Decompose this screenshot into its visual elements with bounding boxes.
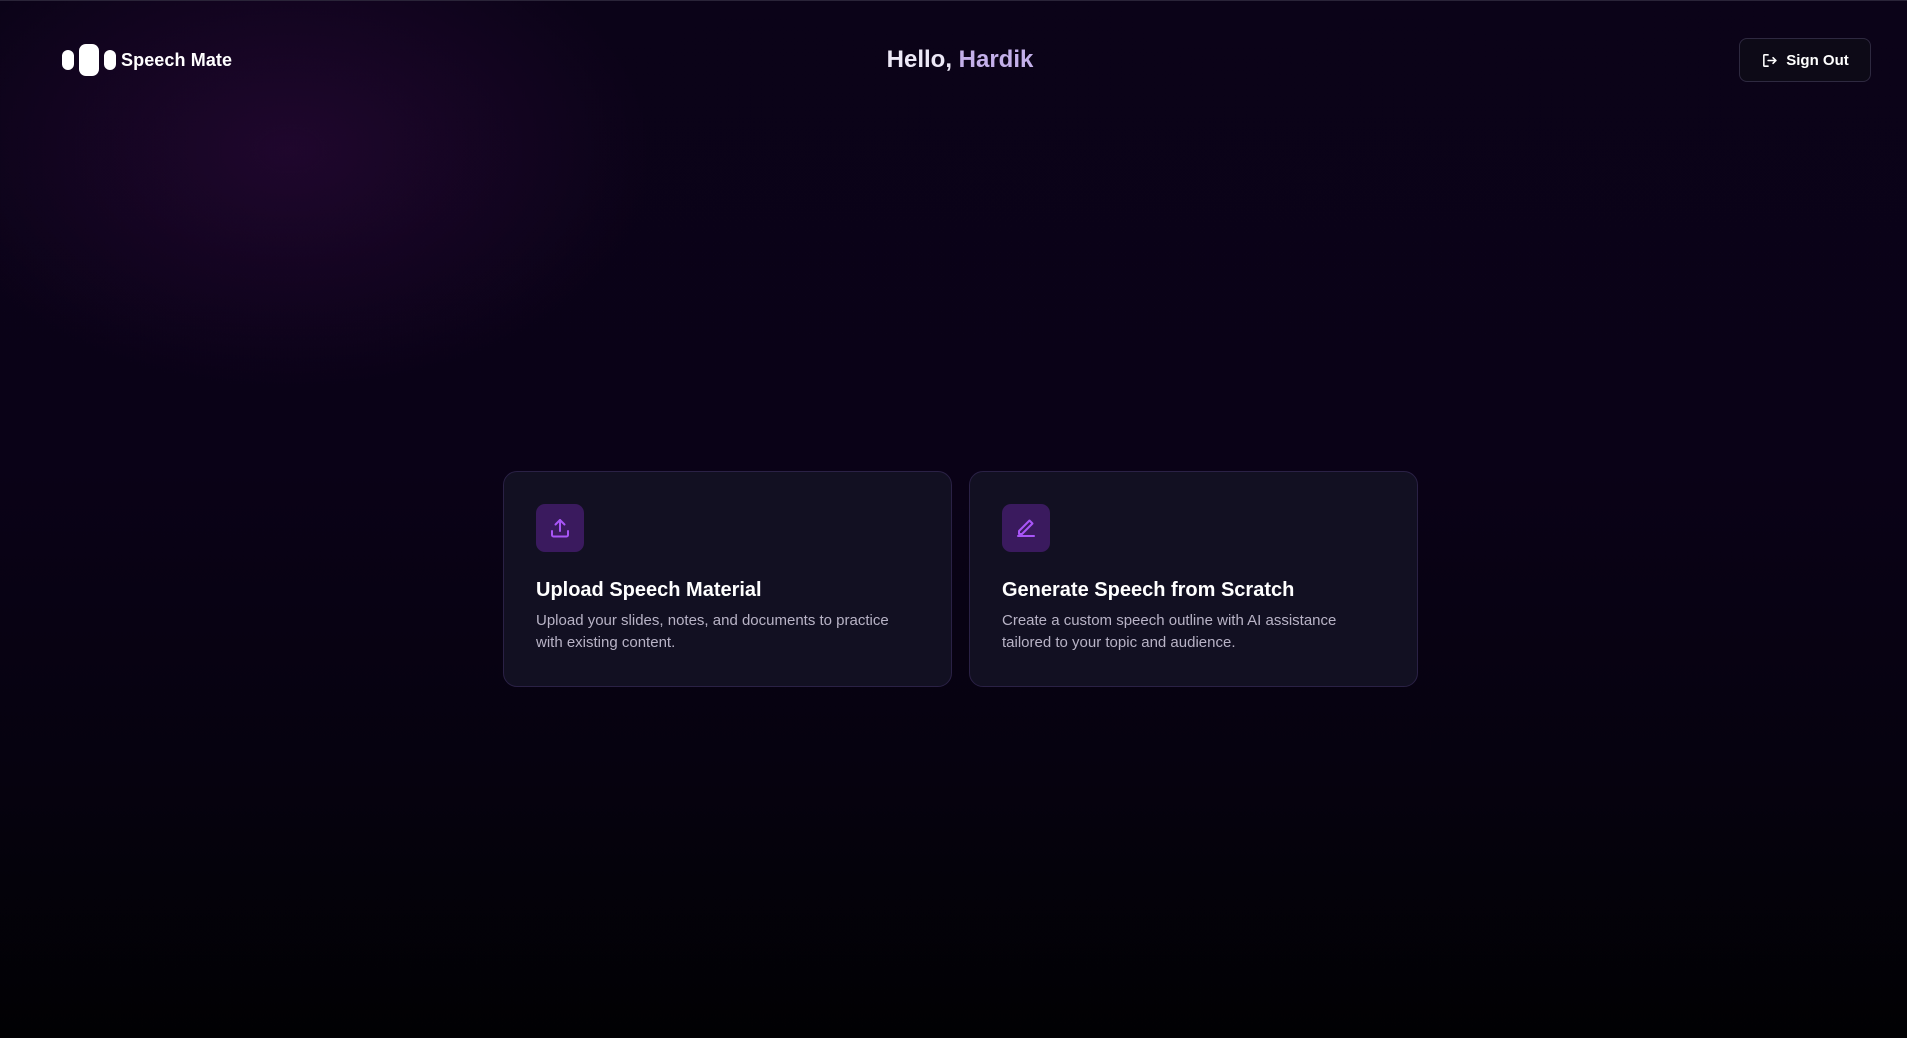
pencil-icon-box (1002, 504, 1050, 552)
card-title: Upload Speech Material (536, 579, 762, 601)
greeting-prefix: Hello, (886, 46, 959, 73)
user-name: Hardik (958, 46, 1034, 73)
card-title: Generate Speech from Scratch (1002, 579, 1295, 601)
card-description: Create a custom speech outline with AI a… (1002, 612, 1337, 651)
greeting: Hello, Hardik (0, 44, 1907, 76)
upload-speech-material-card[interactable]: Upload Speech Material Upload your slide… (503, 471, 952, 687)
card-description: Upload your slides, notes, and documents… (536, 612, 889, 651)
upload-icon (551, 519, 569, 538)
log-out-icon (1763, 53, 1777, 67)
pencil-icon (1017, 519, 1035, 537)
sign-out-label: Sign Out (1786, 51, 1849, 69)
upload-icon-box (536, 504, 584, 552)
top-border (0, 0, 1907, 1)
sign-out-button[interactable]: Sign Out (1739, 38, 1871, 82)
generate-speech-card[interactable]: Generate Speech from Scratch Create a cu… (969, 471, 1418, 687)
